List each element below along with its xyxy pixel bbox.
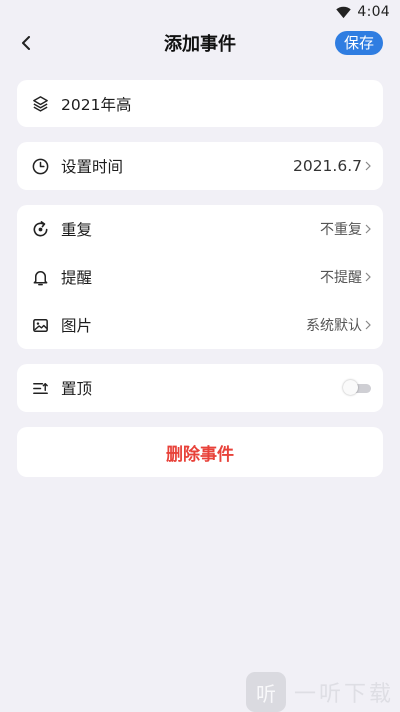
bell-icon [30, 267, 50, 287]
repeat-icon [30, 219, 50, 239]
image-icon [30, 315, 50, 335]
image-value: 系统默认 [306, 318, 362, 334]
delete-card: 删除事件 [17, 427, 383, 477]
layers-icon [30, 94, 50, 114]
set-time-value: 2021.6.7 [292, 157, 362, 175]
event-name-row[interactable]: 2021年高 [17, 80, 383, 127]
pin-top-toggle[interactable] [343, 380, 371, 395]
pin-card: 置顶 [17, 364, 383, 412]
pin-top-icon [30, 378, 50, 398]
watermark: 听 一听下载 [245, 672, 394, 712]
chevron-left-icon [22, 36, 30, 50]
chevron-right-icon [365, 320, 371, 330]
pin-top-label: 置顶 [61, 380, 93, 398]
reminder-row[interactable]: 提醒 不提醒 [17, 253, 383, 301]
delete-event-button[interactable]: 删除事件 [17, 427, 383, 477]
page-title: 添加事件 [164, 34, 236, 55]
save-button[interactable]: 保存 [334, 31, 383, 55]
wifi-icon [336, 6, 352, 18]
image-row[interactable]: 图片 系统默认 [17, 301, 383, 349]
reminder-label: 提醒 [61, 269, 93, 287]
set-time-label: 设置时间 [61, 158, 124, 176]
watermark-logo-text: 听 [255, 681, 276, 706]
status-bar: 4:04 [0, 0, 400, 24]
back-button[interactable] [16, 33, 36, 53]
options-card: 重复 不重复 提醒 不提醒 图片 系统默认 [17, 205, 383, 349]
repeat-value: 不重复 [320, 222, 362, 238]
repeat-label: 重复 [61, 221, 93, 239]
clock-icon [30, 156, 50, 176]
set-time-row[interactable]: 设置时间 2021.6.7 [17, 142, 383, 190]
chevron-right-icon [365, 224, 371, 234]
reminder-value: 不提醒 [320, 270, 362, 286]
repeat-row[interactable]: 重复 不重复 [17, 205, 383, 253]
status-time: 4:04 [357, 4, 390, 20]
chevron-right-icon [365, 272, 371, 282]
time-card: 设置时间 2021.6.7 [17, 142, 383, 190]
event-name-card: 2021年高 [17, 80, 383, 127]
chevron-right-icon [365, 161, 371, 171]
watermark-brand: 一听下载 [293, 682, 394, 707]
app-bar: 添加事件 保存 [0, 24, 400, 62]
pin-top-row: 置顶 [17, 364, 383, 412]
image-label: 图片 [61, 317, 93, 335]
toggle-knob [343, 380, 358, 395]
watermark-logo: 听 [245, 672, 286, 712]
event-name-value: 2021年高 [61, 95, 132, 114]
